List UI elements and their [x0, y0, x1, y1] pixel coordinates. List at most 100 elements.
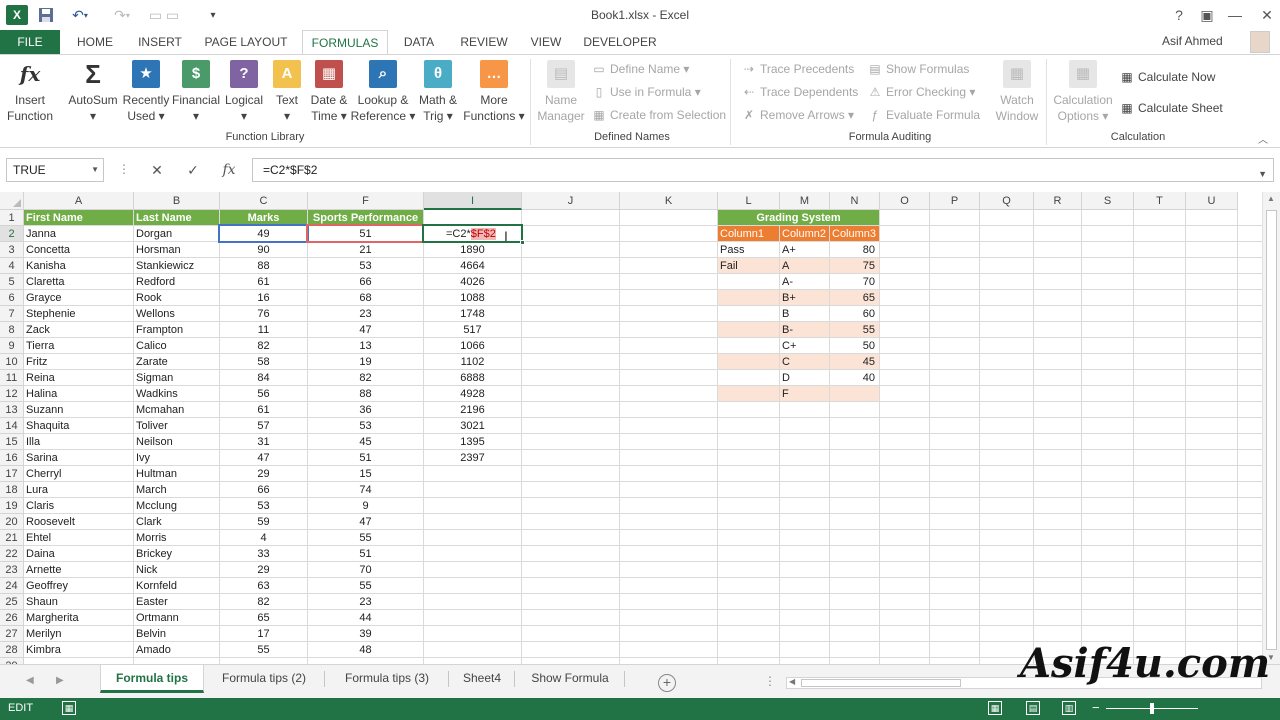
table-cell[interactable]: Clark — [134, 514, 219, 529]
minimize-icon[interactable]: — — [1222, 4, 1248, 26]
table-cell[interactable]: Shaquita — [24, 418, 133, 433]
table-cell[interactable]: 29 — [220, 466, 307, 481]
row-header-4[interactable]: 4 — [0, 258, 24, 274]
logical-button[interactable]: ? Logical ▾ — [220, 60, 268, 124]
row-header-17[interactable]: 17 — [0, 466, 24, 482]
row-header-19[interactable]: 19 — [0, 498, 24, 514]
table-cell[interactable]: Frampton — [134, 322, 219, 337]
table-cell[interactable]: Claris — [24, 498, 133, 513]
table-cell[interactable]: 88 — [308, 386, 423, 401]
grading-cell[interactable]: 80 — [830, 242, 879, 257]
collapse-ribbon-icon[interactable]: ︿ — [1258, 131, 1268, 146]
enter-button[interactable]: ✓ — [180, 159, 206, 181]
error-checking-button[interactable]: ⚠ Error Checking ▾ — [868, 83, 976, 101]
table-cell[interactable]: Neilson — [134, 434, 219, 449]
table-cell[interactable]: 61 — [220, 402, 307, 417]
vertical-scrollbar[interactable]: ▲ ▼ — [1262, 192, 1280, 664]
table-cell[interactable]: 2397 — [424, 450, 521, 465]
macro-record-icon[interactable]: ▦ — [62, 701, 76, 715]
row-header-24[interactable]: 24 — [0, 578, 24, 594]
tab-data[interactable]: DATA — [394, 30, 444, 54]
tab-view[interactable]: VIEW — [522, 30, 570, 54]
table-cell[interactable]: 55 — [308, 578, 423, 593]
row-header-5[interactable]: 5 — [0, 274, 24, 290]
table-header-marks[interactable]: Marks — [220, 210, 307, 225]
table-cell[interactable]: Sarina — [24, 450, 133, 465]
table-cell[interactable]: Ehtel — [24, 530, 133, 545]
table-cell[interactable]: 1102 — [424, 354, 521, 369]
calculation-options-button[interactable]: ▦ Calculation Options ▾ — [1050, 60, 1116, 124]
insert-function-icon[interactable]: fx — [216, 159, 242, 181]
table-cell[interactable]: 56 — [220, 386, 307, 401]
table-cell[interactable]: 1395 — [424, 434, 521, 449]
tab-file[interactable]: FILE — [0, 30, 60, 54]
table-cell[interactable]: Janna — [24, 226, 133, 241]
table-cell[interactable]: 63 — [220, 578, 307, 593]
table-cell[interactable]: Hultman — [134, 466, 219, 481]
table-cell[interactable]: Suzann — [24, 402, 133, 417]
table-cell[interactable]: 4664 — [424, 258, 521, 273]
show-formulas-button[interactable]: ▤ Show Formulas — [868, 60, 969, 78]
table-cell[interactable]: 11 — [220, 322, 307, 337]
grading-cell[interactable]: 60 — [830, 306, 879, 321]
grading-cell[interactable] — [718, 274, 779, 289]
create-from-selection-button[interactable]: ▦ Create from Selection — [592, 106, 726, 124]
grading-cell[interactable]: B — [780, 306, 829, 321]
sheet-tab-show-formula[interactable]: Show Formula — [518, 665, 622, 693]
row-header-22[interactable]: 22 — [0, 546, 24, 562]
lookup-reference-button[interactable]: ⌕ Lookup & Reference ▾ — [350, 60, 416, 124]
table-header-first-name[interactable]: First Name — [24, 210, 133, 225]
select-all-button[interactable] — [0, 192, 24, 210]
column-header-j[interactable]: J — [522, 192, 620, 210]
column-header-l[interactable]: L — [718, 192, 780, 210]
grading-cell[interactable]: 55 — [830, 322, 879, 337]
grading-cell[interactable]: B+ — [780, 290, 829, 305]
row-header-25[interactable]: 25 — [0, 594, 24, 610]
page-layout-view-icon[interactable]: ▤ — [1026, 701, 1040, 715]
financial-button[interactable]: $ Financial ▾ — [170, 60, 222, 124]
table-cell[interactable]: Ortmann — [134, 610, 219, 625]
table-cell[interactable]: Roosevelt — [24, 514, 133, 529]
table-cell[interactable]: 16 — [220, 290, 307, 305]
worksheet-grid[interactable]: ABCFIJKLMNOPQRSTU 1 2 3 4 5 6 7 8 9 10 11 12 13 14 15 1… — [0, 192, 1262, 664]
table-cell[interactable]: Tierra — [24, 338, 133, 353]
grading-cell[interactable]: Pass — [718, 242, 779, 257]
table-cell[interactable]: 23 — [308, 594, 423, 609]
table-cell[interactable]: Belvin — [134, 626, 219, 641]
cell-edit-text[interactable]: =C2*$F$2 — [446, 227, 496, 241]
grading-cell[interactable] — [718, 386, 779, 401]
table-cell[interactable]: 55 — [220, 642, 307, 657]
table-cell[interactable]: Toliver — [134, 418, 219, 433]
row-header-27[interactable]: 27 — [0, 626, 24, 642]
table-cell[interactable]: Halina — [24, 386, 133, 401]
zoom-out-icon[interactable]: − — [1092, 700, 1100, 715]
column-header-q[interactable]: Q — [980, 192, 1034, 210]
autosum-button[interactable]: Σ AutoSum ▾ — [64, 60, 122, 124]
table-cell[interactable]: 53 — [308, 258, 423, 273]
grading-cell[interactable]: C+ — [780, 338, 829, 353]
table-cell[interactable]: 45 — [308, 434, 423, 449]
recently-used-button[interactable]: ★ Recently Used ▾ — [120, 60, 172, 124]
tab-developer[interactable]: DEVELOPER — [580, 30, 660, 54]
table-cell[interactable]: Merilyn — [24, 626, 133, 641]
scroll-up-icon[interactable]: ▲ — [1267, 194, 1275, 203]
table-cell[interactable]: 74 — [308, 482, 423, 497]
define-name-button[interactable]: ▭ Define Name ▾ — [592, 60, 689, 78]
table-cell[interactable]: Wellons — [134, 306, 219, 321]
table-cell[interactable]: Cherryl — [24, 466, 133, 481]
grading-cell[interactable] — [718, 354, 779, 369]
column-header-p[interactable]: P — [930, 192, 980, 210]
formula-input[interactable]: =C2*$F$2 ▼ — [252, 158, 1274, 182]
row-header-15[interactable]: 15 — [0, 434, 24, 450]
grading-header[interactable]: Column2 — [780, 226, 829, 241]
table-cell[interactable]: Shaun — [24, 594, 133, 609]
row-header-7[interactable]: 7 — [0, 306, 24, 322]
cancel-button[interactable]: ✕ — [144, 159, 170, 181]
table-cell[interactable]: Fritz — [24, 354, 133, 369]
close-icon[interactable]: ✕ — [1254, 4, 1280, 26]
table-cell[interactable]: 15 — [308, 466, 423, 481]
table-cell[interactable]: 53 — [220, 498, 307, 513]
table-cell[interactable]: 29 — [220, 562, 307, 577]
grading-cell[interactable]: 65 — [830, 290, 879, 305]
table-cell[interactable]: 48 — [308, 642, 423, 657]
